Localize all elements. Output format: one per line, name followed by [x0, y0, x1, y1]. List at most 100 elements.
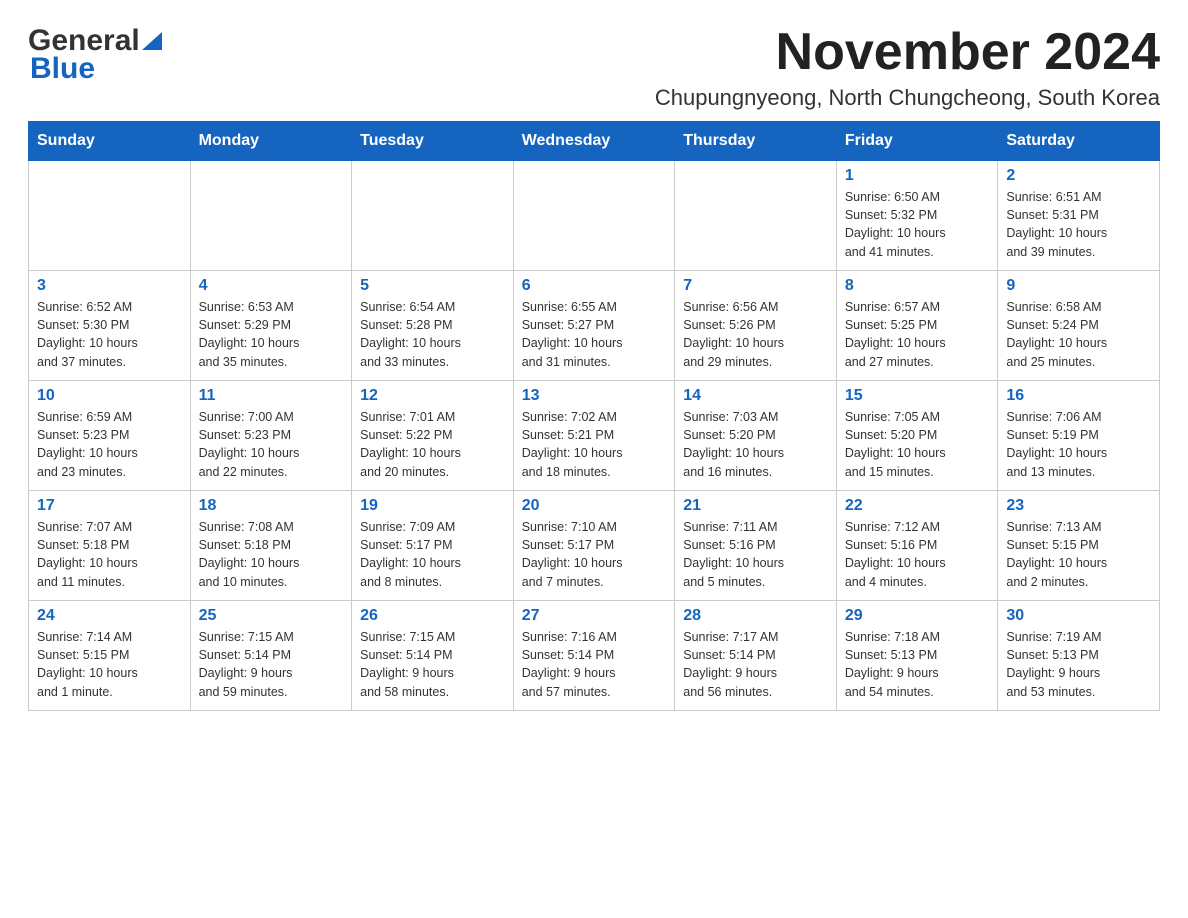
day-number: 5	[360, 277, 505, 295]
calendar-cell: 24 Sunrise: 7:14 AM Sunset: 5:15 PM Dayli…	[29, 601, 191, 711]
header-thursday: Thursday	[675, 122, 837, 161]
title-area: November 2024 Chupungnyeong, North Chung…	[655, 24, 1160, 111]
calendar-cell: 12 Sunrise: 7:01 AM Sunset: 5:22 PM Dayli…	[352, 381, 514, 491]
day-number: 4	[199, 277, 344, 295]
calendar-cell: 10 Sunrise: 6:59 AM Sunset: 5:23 PM Dayli…	[29, 381, 191, 491]
day-info: Sunrise: 7:08 AM Sunset: 5:18 PM Dayligh…	[199, 518, 344, 591]
day-number: 2	[1006, 167, 1151, 185]
day-number: 12	[360, 387, 505, 405]
calendar-cell: 23Sunrise: 7:13 AM Sunset: 5:15 PM Dayli…	[998, 491, 1160, 601]
logo-arrow-icon	[140, 30, 162, 52]
day-number: 8	[845, 277, 990, 295]
day-number: 1	[845, 167, 990, 185]
calendar-cell: 20Sunrise: 7:10 AM Sunset: 5:17 PM Dayli…	[513, 491, 675, 601]
day-number: 7	[683, 277, 828, 295]
calendar-cell: 1Sunrise: 6:50 AM Sunset: 5:32 PM Daylig…	[836, 161, 998, 271]
week-row-1: 1Sunrise: 6:50 AM Sunset: 5:32 PM Daylig…	[29, 161, 1160, 271]
calendar-cell: 29Sunrise: 7:18 AM Sunset: 5:13 PM Dayli…	[836, 601, 998, 711]
header-wednesday: Wednesday	[513, 122, 675, 161]
header-sunday: Sunday	[29, 122, 191, 161]
header-friday: Friday	[836, 122, 998, 161]
calendar-cell	[190, 161, 352, 271]
day-info: Sunrise: 7:18 AM Sunset: 5:13 PM Dayligh…	[845, 628, 990, 701]
day-info: Sunrise: 7:15 AM Sunset: 5:14 PM Dayligh…	[199, 628, 344, 701]
logo-blue: Blue	[28, 52, 95, 86]
location-subtitle: Chupungnyeong, North Chungcheong, South …	[655, 85, 1160, 111]
calendar-cell: 25 Sunrise: 7:15 AM Sunset: 5:14 PM Dayli…	[190, 601, 352, 711]
day-number: 3	[37, 277, 182, 295]
day-info: Sunrise: 6:54 AM Sunset: 5:28 PM Dayligh…	[360, 298, 505, 371]
day-number: 26	[360, 607, 505, 625]
day-info: Sunrise: 6:59 AM Sunset: 5:23 PM Dayligh…	[37, 408, 182, 481]
calendar-cell: 30 Sunrise: 7:19 AM Sunset: 5:13 PM Dayli…	[998, 601, 1160, 711]
day-number: 14	[683, 387, 828, 405]
day-info: Sunrise: 6:55 AM Sunset: 5:27 PM Dayligh…	[522, 298, 667, 371]
day-info: Sunrise: 7:07 AM Sunset: 5:18 PM Dayligh…	[37, 518, 182, 591]
calendar-cell: 11 Sunrise: 7:00 AM Sunset: 5:23 PM Dayli…	[190, 381, 352, 491]
calendar-cell: 6 Sunrise: 6:55 AM Sunset: 5:27 PM Daylig…	[513, 271, 675, 381]
day-info: Sunrise: 6:57 AM Sunset: 5:25 PM Dayligh…	[845, 298, 990, 371]
day-number: 24	[37, 607, 182, 625]
calendar-cell: 8 Sunrise: 6:57 AM Sunset: 5:25 PM Daylig…	[836, 271, 998, 381]
day-info: Sunrise: 7:09 AM Sunset: 5:17 PM Dayligh…	[360, 518, 505, 591]
logo: General Blue	[28, 24, 162, 86]
header-monday: Monday	[190, 122, 352, 161]
calendar-cell: 9Sunrise: 6:58 AM Sunset: 5:24 PM Daylig…	[998, 271, 1160, 381]
calendar-cell: 17 Sunrise: 7:07 AM Sunset: 5:18 PM Dayli…	[29, 491, 191, 601]
day-number: 23	[1006, 497, 1151, 515]
week-row-2: 3 Sunrise: 6:52 AM Sunset: 5:30 PM Daylig…	[29, 271, 1160, 381]
calendar-cell: 2 Sunrise: 6:51 AM Sunset: 5:31 PM Daylig…	[998, 161, 1160, 271]
day-info: Sunrise: 6:58 AM Sunset: 5:24 PM Dayligh…	[1006, 298, 1151, 371]
calendar-cell: 18 Sunrise: 7:08 AM Sunset: 5:18 PM Dayli…	[190, 491, 352, 601]
day-info: Sunrise: 7:14 AM Sunset: 5:15 PM Dayligh…	[37, 628, 182, 701]
day-info: Sunrise: 6:56 AM Sunset: 5:26 PM Dayligh…	[683, 298, 828, 371]
day-number: 16	[1006, 387, 1151, 405]
week-row-4: 17 Sunrise: 7:07 AM Sunset: 5:18 PM Dayli…	[29, 491, 1160, 601]
day-info: Sunrise: 7:10 AM Sunset: 5:17 PM Dayligh…	[522, 518, 667, 591]
day-number: 15	[845, 387, 990, 405]
month-year-title: November 2024	[655, 24, 1160, 81]
day-number: 22	[845, 497, 990, 515]
calendar-cell: 15Sunrise: 7:05 AM Sunset: 5:20 PM Dayli…	[836, 381, 998, 491]
day-number: 13	[522, 387, 667, 405]
day-number: 19	[360, 497, 505, 515]
page-header: General Blue November 2024 Chupungnyeong…	[28, 24, 1160, 111]
header-tuesday: Tuesday	[352, 122, 514, 161]
day-number: 21	[683, 497, 828, 515]
calendar-cell: 16Sunrise: 7:06 AM Sunset: 5:19 PM Dayli…	[998, 381, 1160, 491]
week-row-5: 24 Sunrise: 7:14 AM Sunset: 5:15 PM Dayli…	[29, 601, 1160, 711]
day-number: 10	[37, 387, 182, 405]
calendar-cell: 27 Sunrise: 7:16 AM Sunset: 5:14 PM Dayli…	[513, 601, 675, 711]
day-info: Sunrise: 7:16 AM Sunset: 5:14 PM Dayligh…	[522, 628, 667, 701]
day-info: Sunrise: 7:03 AM Sunset: 5:20 PM Dayligh…	[683, 408, 828, 481]
calendar-cell: 13 Sunrise: 7:02 AM Sunset: 5:21 PM Dayli…	[513, 381, 675, 491]
day-info: Sunrise: 6:52 AM Sunset: 5:30 PM Dayligh…	[37, 298, 182, 371]
header-saturday: Saturday	[998, 122, 1160, 161]
calendar-cell: 14 Sunrise: 7:03 AM Sunset: 5:20 PM Dayli…	[675, 381, 837, 491]
day-number: 28	[683, 607, 828, 625]
day-info: Sunrise: 7:01 AM Sunset: 5:22 PM Dayligh…	[360, 408, 505, 481]
calendar-cell	[675, 161, 837, 271]
day-number: 11	[199, 387, 344, 405]
week-row-3: 10 Sunrise: 6:59 AM Sunset: 5:23 PM Dayli…	[29, 381, 1160, 491]
day-info: Sunrise: 7:15 AM Sunset: 5:14 PM Dayligh…	[360, 628, 505, 701]
day-info: Sunrise: 7:19 AM Sunset: 5:13 PM Dayligh…	[1006, 628, 1151, 701]
weekday-header-row: Sunday Monday Tuesday Wednesday Thursday…	[29, 122, 1160, 161]
day-info: Sunrise: 7:12 AM Sunset: 5:16 PM Dayligh…	[845, 518, 990, 591]
day-number: 27	[522, 607, 667, 625]
day-number: 18	[199, 497, 344, 515]
calendar-cell: 22 Sunrise: 7:12 AM Sunset: 5:16 PM Dayli…	[836, 491, 998, 601]
day-info: Sunrise: 6:51 AM Sunset: 5:31 PM Dayligh…	[1006, 188, 1151, 261]
calendar-cell	[352, 161, 514, 271]
day-info: Sunrise: 7:02 AM Sunset: 5:21 PM Dayligh…	[522, 408, 667, 481]
day-number: 30	[1006, 607, 1151, 625]
calendar-cell: 5 Sunrise: 6:54 AM Sunset: 5:28 PM Daylig…	[352, 271, 514, 381]
calendar-cell: 4Sunrise: 6:53 AM Sunset: 5:29 PM Daylig…	[190, 271, 352, 381]
day-info: Sunrise: 7:17 AM Sunset: 5:14 PM Dayligh…	[683, 628, 828, 701]
calendar-cell: 3 Sunrise: 6:52 AM Sunset: 5:30 PM Daylig…	[29, 271, 191, 381]
day-info: Sunrise: 7:00 AM Sunset: 5:23 PM Dayligh…	[199, 408, 344, 481]
day-number: 25	[199, 607, 344, 625]
day-number: 6	[522, 277, 667, 295]
day-number: 17	[37, 497, 182, 515]
calendar-cell: 7 Sunrise: 6:56 AM Sunset: 5:26 PM Daylig…	[675, 271, 837, 381]
